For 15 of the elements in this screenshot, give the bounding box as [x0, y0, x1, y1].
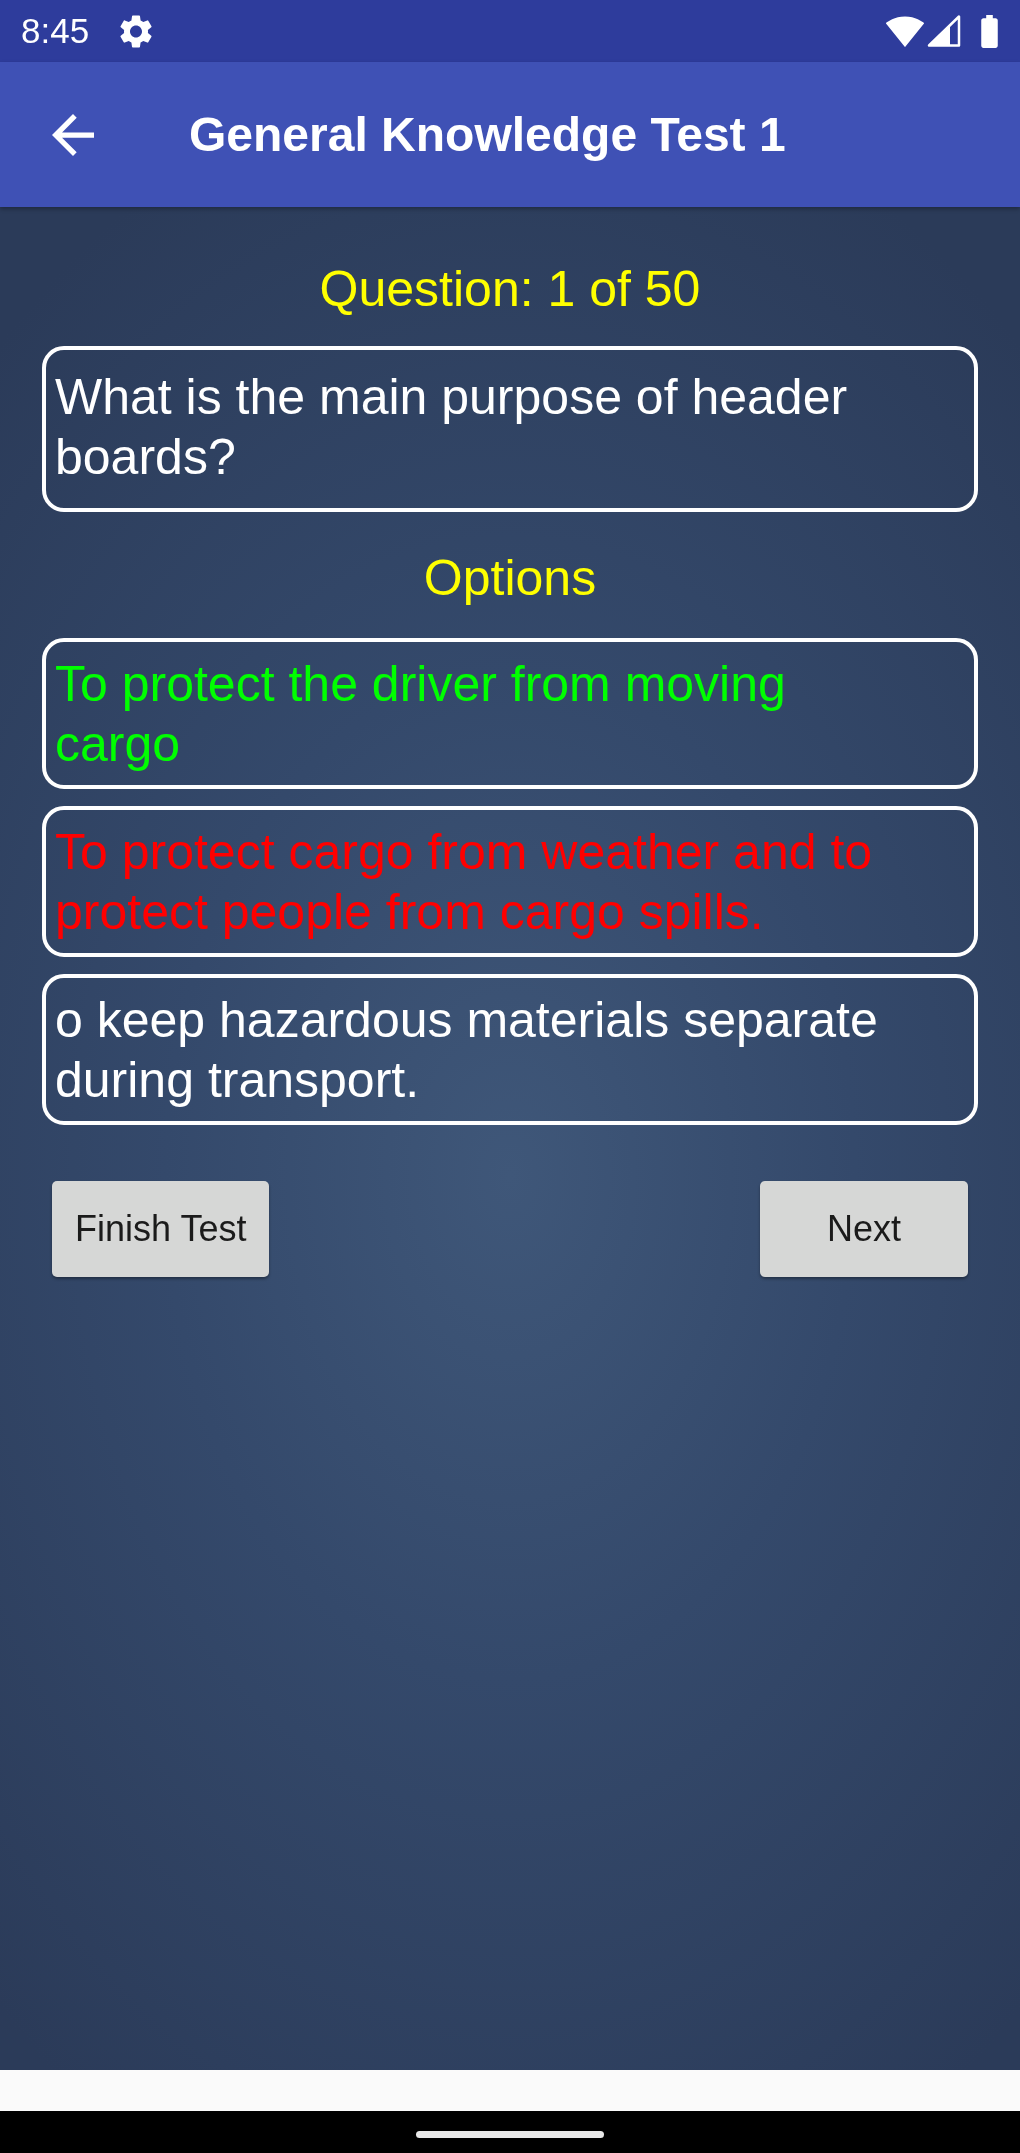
next-button[interactable]: Next [760, 1181, 968, 1277]
screen-title: General Knowledge Test 1 [189, 106, 786, 163]
wifi-icon [886, 15, 924, 47]
answer-option[interactable]: To protect the driver from moving cargo [42, 638, 978, 789]
signal-icon [927, 15, 961, 47]
settings-icon [120, 14, 153, 48]
options-heading: Options [423, 549, 597, 608]
answer-option[interactable]: o keep hazardous materials separate during transport. [42, 974, 978, 1125]
status-time: 8:45 [21, 11, 90, 51]
finish-test-button[interactable]: Finish Test [52, 1181, 270, 1277]
question-card: What is the main purpose of header boards? [42, 346, 978, 512]
home-indicator-icon [416, 2131, 604, 2138]
battery-icon [979, 14, 1000, 48]
back-arrow-icon[interactable] [52, 113, 94, 156]
question-counter: Question: 1 of 50 [319, 260, 701, 319]
